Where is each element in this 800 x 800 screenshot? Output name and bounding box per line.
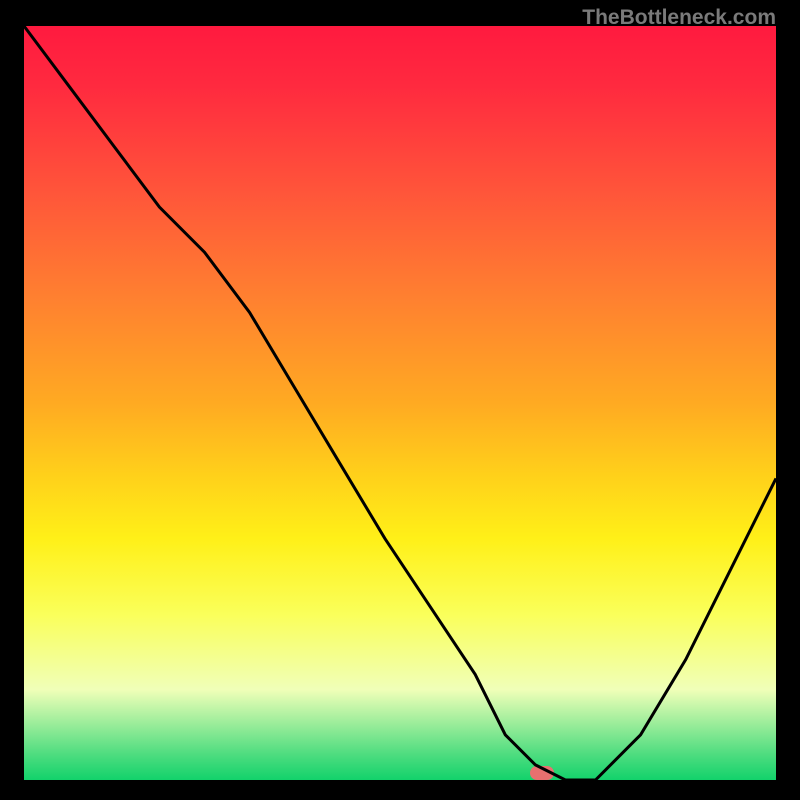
- watermark-text: TheBottleneck.com: [582, 6, 776, 30]
- bottleneck-curve: [0, 0, 800, 800]
